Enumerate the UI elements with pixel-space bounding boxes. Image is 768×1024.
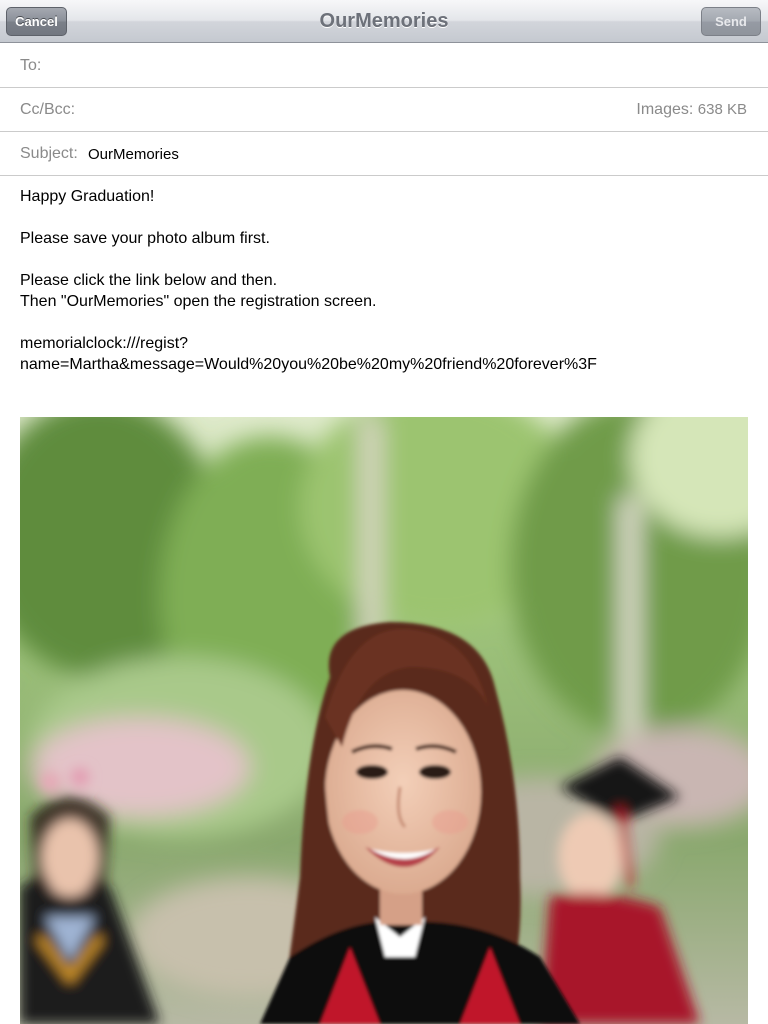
instruction-line: Please save your photo album first. [20, 230, 270, 247]
instruction-line: Then "OurMemories" open the registration… [20, 293, 377, 310]
cc-bcc-field[interactable]: Cc/Bcc: Images: 638 KB [0, 88, 768, 132]
to-field[interactable]: To: [0, 44, 768, 88]
to-label: To: [20, 57, 42, 74]
send-button[interactable]: Send [701, 7, 761, 36]
navigation-bar: OurMemories Cancel Send [0, 0, 768, 43]
message-body[interactable]: Happy Graduation! Please save your photo… [20, 186, 750, 375]
registration-link[interactable]: name=Martha&message=Would%20you%20be%20m… [20, 354, 750, 375]
subject-field[interactable]: Subject: OurMemories [0, 132, 768, 176]
registration-link[interactable]: memorialclock:///regist? [20, 333, 750, 354]
subject-label: Subject: [20, 145, 78, 162]
cancel-button[interactable]: Cancel [6, 7, 67, 36]
graduation-photo-image [20, 417, 748, 1024]
images-size: 638 KB [697, 101, 747, 118]
subject-input[interactable]: OurMemories [88, 132, 179, 177]
instruction-line: Please click the link below and then. [20, 272, 278, 289]
images-size-info[interactable]: Images: 638 KB [636, 88, 747, 132]
attached-photo[interactable] [20, 417, 748, 1024]
cc-bcc-label: Cc/Bcc: [20, 101, 76, 118]
greeting-line: Happy Graduation! [20, 188, 155, 205]
images-label: Images: [636, 101, 694, 118]
page-title: OurMemories [319, 10, 449, 32]
